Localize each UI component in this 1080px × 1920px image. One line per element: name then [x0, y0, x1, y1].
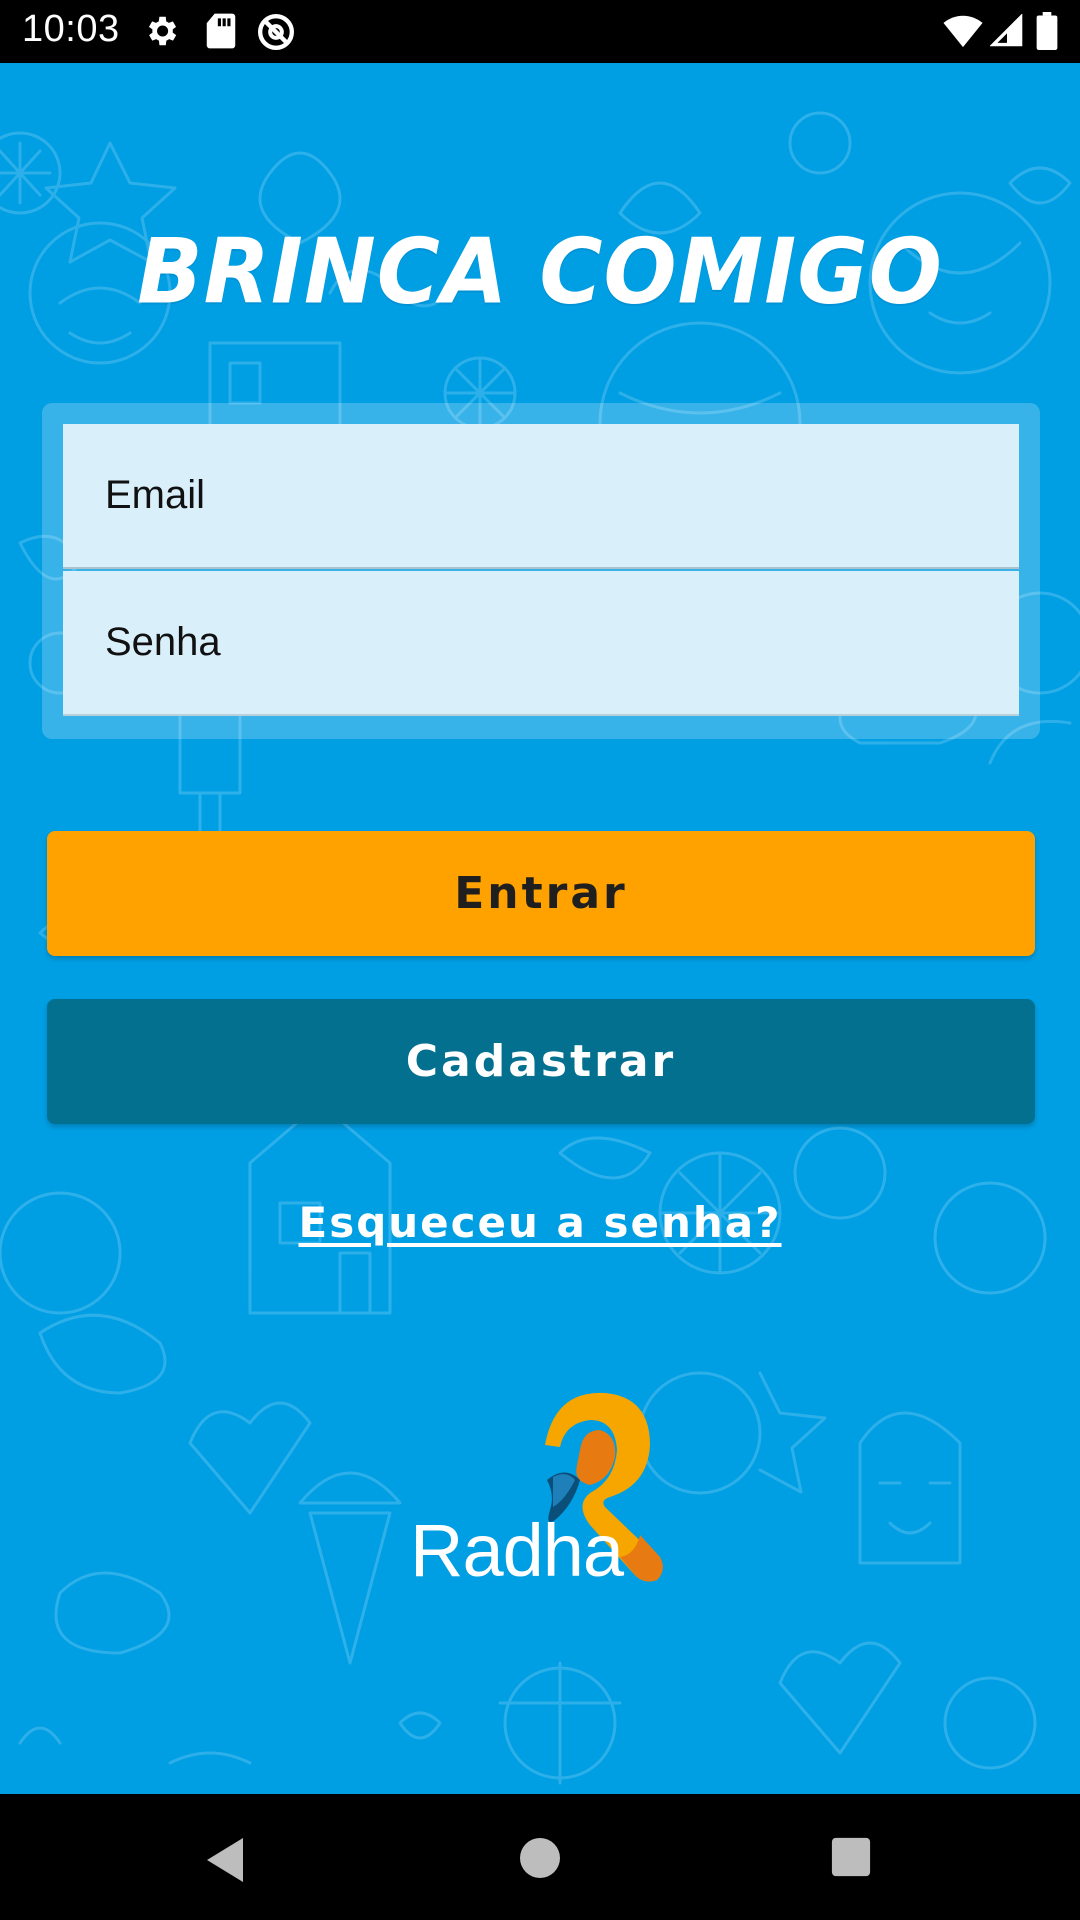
- brand-name: Radha: [410, 1509, 624, 1592]
- login-form-card: [42, 403, 1040, 739]
- wifi-icon: [943, 15, 983, 48]
- do-not-disturb-icon: [258, 14, 294, 50]
- cell-signal-icon: [990, 14, 1023, 47]
- recents-icon[interactable]: [830, 1836, 872, 1878]
- settings-icon: [148, 16, 177, 46]
- register-button[interactable]: Cadastrar: [47, 999, 1035, 1124]
- password-input[interactable]: [63, 571, 1019, 714]
- forgot-password-link[interactable]: Esqueceu a senha?: [0, 1198, 1080, 1247]
- email-field-container: [63, 424, 1019, 569]
- navigation-bar: [0, 1794, 1080, 1920]
- battery-icon: [1036, 12, 1058, 50]
- login-button[interactable]: Entrar: [47, 831, 1035, 956]
- home-icon[interactable]: [518, 1836, 562, 1880]
- email-input[interactable]: [63, 424, 1019, 567]
- login-screen: 10:03 BRINCA COMIGO Email Entrar Cadastr…: [0, 0, 1080, 1920]
- back-icon[interactable]: [203, 1836, 247, 1884]
- sd-card-icon: [206, 13, 236, 49]
- app-title: BRINCA COMIGO: [137, 219, 943, 325]
- status-bar: 10:03: [0, 0, 1080, 63]
- password-field-container: [63, 571, 1019, 716]
- status-time: 10:03: [22, 8, 120, 50]
